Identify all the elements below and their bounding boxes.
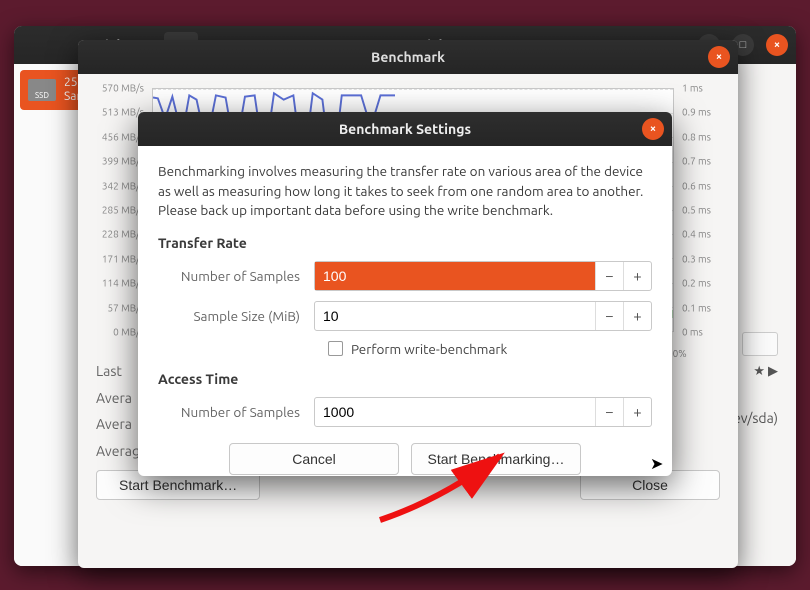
maximize-icon: □ [740,39,747,51]
transfer-num-samples-spin: − + [314,261,652,291]
sample-size-label: Sample Size (MiB) [158,308,314,324]
close-icon: × [774,39,780,51]
benchmark-settings-dialog: Benchmark Settings × Benchmarking involv… [138,112,672,476]
access-num-samples-row: Number of Samples − + [158,397,652,427]
increment-button[interactable]: + [623,398,651,426]
close-icon: × [650,112,656,146]
increment-button[interactable]: + [623,302,651,330]
device-path: ev/sda) [733,410,778,426]
settings-close-button[interactable]: × [642,118,664,140]
transfer-rate-heading: Transfer Rate [158,235,652,251]
access-num-samples-input[interactable] [315,398,595,426]
cancel-button[interactable]: Cancel [229,443,399,475]
access-time-heading: Access Time [158,371,652,387]
cursor-icon: ➤ [650,454,663,473]
increment-button[interactable]: + [623,262,651,290]
sample-size-input[interactable] [315,302,595,330]
access-num-samples-label: Number of Samples [158,404,314,420]
write-benchmark-label: Perform write-benchmark [351,341,507,357]
volume-box[interactable] [742,332,778,356]
decrement-button[interactable]: − [595,302,623,330]
close-button[interactable]: × [766,34,788,56]
benchmark-window-title: Benchmark [371,49,445,65]
start-benchmarking-button[interactable]: Start Benchmarking… [411,443,581,475]
ssd-icon: SSD [28,79,56,101]
settings-title: Benchmark Settings [339,121,471,137]
decrement-button[interactable]: − [595,262,623,290]
access-num-samples-spin: − + [314,397,652,427]
sample-size-spin: − + [314,301,652,331]
close-icon: × [716,40,722,74]
write-benchmark-checkbox[interactable] [328,341,343,356]
settings-titlebar: Benchmark Settings × [138,112,672,146]
volume-action-icons[interactable]: ★ ▶ [753,364,778,379]
settings-description: Benchmarking involves measuring the tran… [158,162,652,221]
write-benchmark-row[interactable]: Perform write-benchmark [328,341,652,357]
benchmark-titlebar: Benchmark × [78,40,738,74]
transfer-num-samples-input[interactable] [315,262,595,290]
transfer-num-samples-label: Number of Samples [158,268,314,284]
transfer-num-samples-row: Number of Samples − + [158,261,652,291]
decrement-button[interactable]: − [595,398,623,426]
benchmark-close-button[interactable]: × [708,46,730,68]
sample-size-row: Sample Size (MiB) − + [158,301,652,331]
